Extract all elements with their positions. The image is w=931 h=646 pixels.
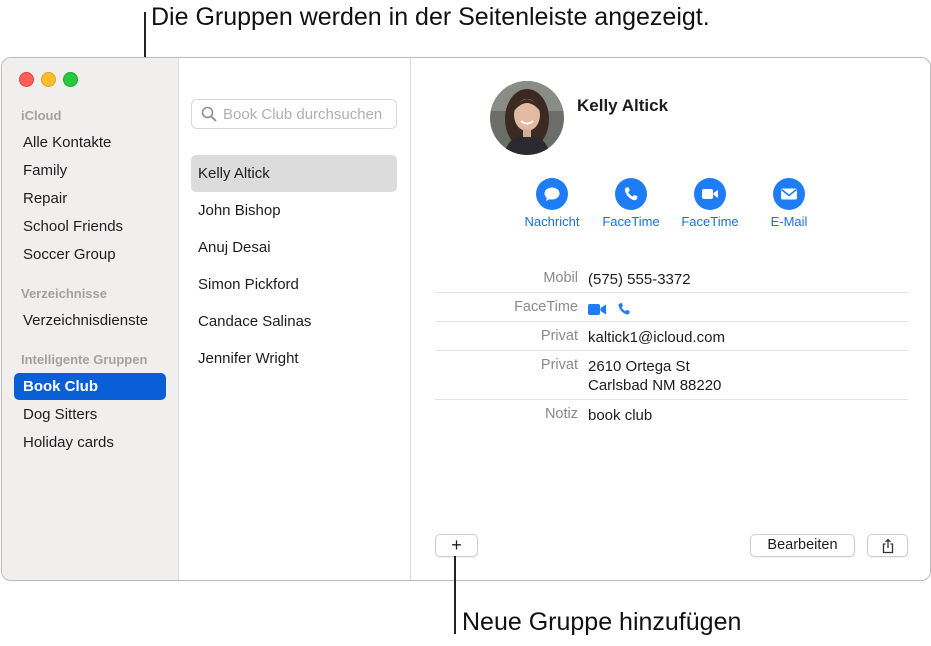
field-label-facetime: FaceTime bbox=[514, 299, 578, 315]
share-icon bbox=[882, 538, 893, 554]
field-label-privat-email: Privat bbox=[540, 328, 578, 344]
contact-avatar bbox=[490, 81, 564, 155]
facetime-audio-action-label: FaceTime bbox=[602, 214, 660, 229]
sidebar-section-intelligente-gruppen: Intelligente Gruppen bbox=[21, 352, 148, 367]
field-value-email[interactable]: kaltick1@icloud.com bbox=[588, 328, 725, 347]
sidebar-item-holiday-cards[interactable]: Holiday cards bbox=[14, 429, 166, 456]
field-label-mobil: Mobil bbox=[543, 270, 578, 286]
field-value-mobil[interactable]: (575) 555-3372 bbox=[588, 270, 691, 289]
contact-detail-pane: Kelly Altick Nachricht FaceTime FaceTime… bbox=[411, 58, 930, 580]
email-action-button[interactable]: E-Mail bbox=[749, 178, 829, 229]
facetime-video-icon[interactable] bbox=[588, 303, 607, 316]
divider bbox=[435, 399, 908, 400]
video-icon bbox=[694, 178, 726, 210]
field-value-street[interactable]: 2610 Ortega St bbox=[588, 357, 690, 376]
divider bbox=[435, 292, 908, 293]
field-label-notiz: Notiz bbox=[544, 406, 578, 422]
divider bbox=[435, 321, 908, 322]
field-value-notiz[interactable]: book club bbox=[588, 406, 652, 425]
edit-button[interactable]: Bearbeiten bbox=[750, 534, 855, 557]
facetime-video-action-label: FaceTime bbox=[681, 214, 739, 229]
phone-icon bbox=[615, 178, 647, 210]
sidebar: iCloud Alle Kontakte Family Repair Schoo… bbox=[2, 58, 179, 580]
message-icon bbox=[536, 178, 568, 210]
sidebar-item-dog-sitters[interactable]: Dog Sitters bbox=[14, 401, 166, 428]
sidebar-item-school-friends[interactable]: School Friends bbox=[14, 213, 166, 240]
facetime-audio-action-button[interactable]: FaceTime bbox=[591, 178, 671, 229]
message-action-label: Nachricht bbox=[524, 214, 580, 229]
email-action-label: E-Mail bbox=[770, 214, 808, 229]
sidebar-section-icloud: iCloud bbox=[21, 108, 62, 123]
search-icon bbox=[201, 106, 217, 122]
sidebar-section-verzeichnisse: Verzeichnisse bbox=[21, 286, 107, 301]
facetime-icons bbox=[588, 299, 631, 318]
contact-row-kelly-altick[interactable]: Kelly Altick bbox=[191, 155, 397, 192]
contact-row-simon-pickford[interactable]: Simon Pickford bbox=[191, 266, 397, 303]
sidebar-item-book-club[interactable]: Book Club bbox=[14, 373, 166, 400]
facetime-video-action-button[interactable]: FaceTime bbox=[670, 178, 750, 229]
sidebar-item-alle-kontakte[interactable]: Alle Kontakte bbox=[14, 129, 166, 156]
sidebar-item-family[interactable]: Family bbox=[14, 157, 166, 184]
zoom-window-button[interactable] bbox=[63, 72, 78, 87]
close-window-button[interactable] bbox=[19, 72, 34, 87]
contact-row-candace-salinas[interactable]: Candace Salinas bbox=[191, 303, 397, 340]
search-field[interactable]: Book Club durchsuchen bbox=[191, 99, 397, 129]
mail-icon bbox=[773, 178, 805, 210]
sidebar-item-verzeichnisdienste[interactable]: Verzeichnisdienste bbox=[14, 307, 166, 334]
contact-row-jennifer-wright[interactable]: Jennifer Wright bbox=[191, 340, 397, 377]
callout-leader-line-bottom bbox=[454, 556, 456, 634]
sidebar-item-soccer-group[interactable]: Soccer Group bbox=[14, 241, 166, 268]
contact-name: Kelly Altick bbox=[577, 96, 669, 115]
search-placeholder: Book Club durchsuchen bbox=[223, 106, 383, 123]
contact-row-john-bishop[interactable]: John Bishop bbox=[191, 192, 397, 229]
divider bbox=[435, 350, 908, 351]
contact-list-pane: Book Club durchsuchen Kelly Altick John … bbox=[179, 58, 411, 580]
message-action-button[interactable]: Nachricht bbox=[512, 178, 592, 229]
minimize-window-button[interactable] bbox=[41, 72, 56, 87]
callout-add-group: Neue Gruppe hinzufügen bbox=[462, 608, 742, 636]
field-value-city[interactable]: Carlsbad NM 88220 bbox=[588, 376, 721, 395]
facetime-phone-icon[interactable] bbox=[617, 302, 631, 316]
sidebar-item-repair[interactable]: Repair bbox=[14, 185, 166, 212]
field-label-privat-address: Privat bbox=[540, 357, 578, 373]
add-group-button[interactable]: + bbox=[435, 534, 478, 557]
share-button[interactable] bbox=[867, 534, 908, 557]
callout-groups-in-sidebar: Die Gruppen werden in der Seitenleiste a… bbox=[151, 3, 710, 31]
contacts-window: iCloud Alle Kontakte Family Repair Schoo… bbox=[1, 57, 931, 581]
contact-row-anuj-desai[interactable]: Anuj Desai bbox=[191, 229, 397, 266]
